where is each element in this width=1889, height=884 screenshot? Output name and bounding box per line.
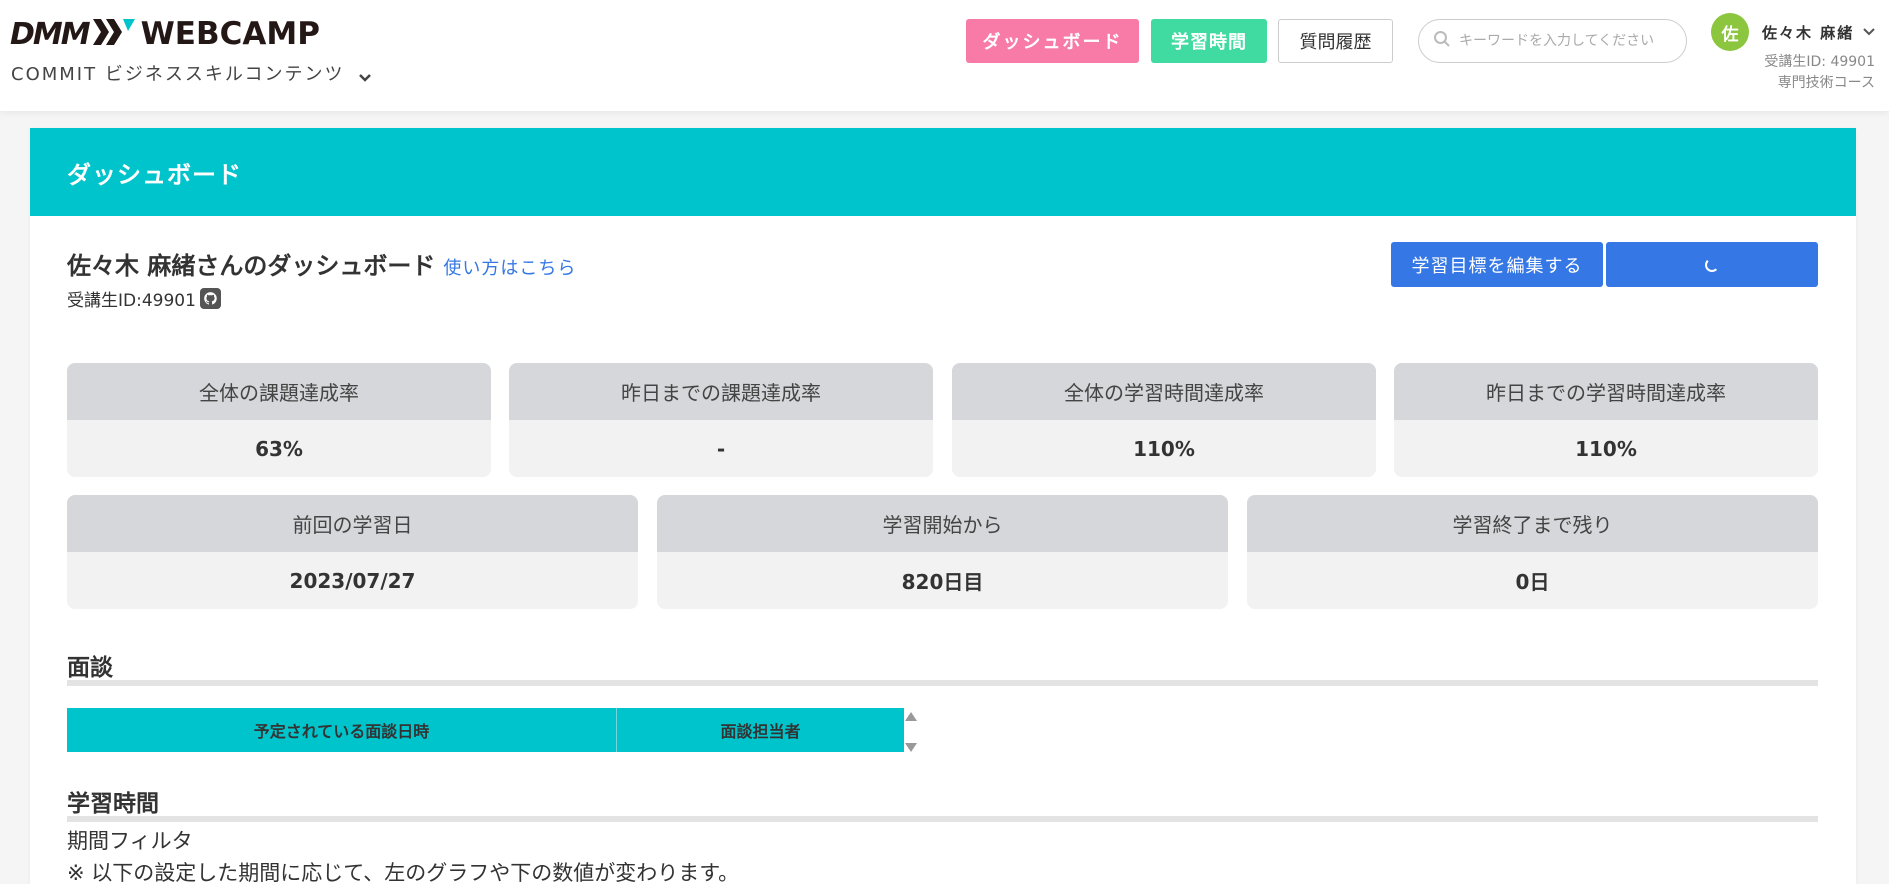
- study-time-section-title: 学習時間: [67, 791, 159, 817]
- dmm-webcamp-logo[interactable]: DMM WEBCAMP: [10, 14, 320, 54]
- stat-label: 昨日までの学習時間達成率: [1394, 363, 1818, 420]
- loading-spinner-icon: [1705, 257, 1719, 272]
- card-heading: ダッシュボード: [30, 128, 1856, 216]
- stat-card: 学習開始から 820日目: [657, 495, 1228, 609]
- stat-card: 学習終了まで残り 0日: [1247, 495, 1818, 609]
- user-meta: 受講生ID: 49901 専門技術コース: [1764, 52, 1875, 94]
- stat-value: 0日: [1515, 570, 1550, 594]
- stat-label: 学習開始から: [657, 495, 1228, 552]
- chevron-down-icon: [358, 67, 372, 82]
- user-name: 佐々木 麻緒: [1762, 23, 1855, 42]
- stat-card: 昨日までの課題達成率 -: [509, 363, 933, 477]
- stat-value: 63%: [255, 436, 303, 461]
- user-avatar[interactable]: 佐: [1711, 13, 1749, 51]
- stat-value: 110%: [1575, 436, 1637, 461]
- stat-value: 2023/07/27: [289, 568, 416, 593]
- webcamp-logo-icon: [92, 19, 135, 49]
- question-history-button[interactable]: 質問履歴: [1278, 19, 1393, 63]
- dashboard-card: ダッシュボード 佐々木 麻緒さんのダッシュボード 使い方はこちら 受講生ID:4…: [30, 128, 1856, 884]
- student-id-text: 受講生ID:49901: [67, 291, 196, 311]
- sort-down-icon[interactable]: [905, 743, 917, 752]
- period-filter-note: ※ 以下の設定した期間に応じて、左のグラフや下の数値が変わります。: [67, 861, 740, 884]
- user-course: 専門技術コース: [1777, 75, 1875, 91]
- interview-section-title: 面談: [67, 655, 113, 681]
- loading-button[interactable]: [1606, 242, 1818, 287]
- search-box[interactable]: [1418, 19, 1687, 63]
- stat-value: 110%: [1133, 436, 1195, 461]
- stat-label: 昨日までの課題達成率: [509, 363, 933, 420]
- section-divider: [67, 680, 1818, 686]
- search-input[interactable]: [1459, 33, 1679, 49]
- stat-label: 全体の学習時間達成率: [952, 363, 1376, 420]
- column-header-interview-datetime[interactable]: 予定されている面談日時: [67, 708, 617, 752]
- top-header: DMM WEBCAMP COMMIT ビジネススキルコンテンツ ダッシュボード …: [0, 0, 1889, 111]
- sort-up-icon[interactable]: [905, 712, 917, 721]
- logo-dmm-text: DMM: [10, 16, 91, 52]
- stat-label: 学習終了まで残り: [1247, 495, 1818, 552]
- period-filter-label: 期間フィルタ: [67, 829, 193, 853]
- column-header-interviewer[interactable]: 面談担当者: [617, 708, 904, 752]
- study-time-button[interactable]: 学習時間: [1151, 19, 1267, 63]
- stat-value: 820日目: [901, 570, 984, 594]
- github-icon[interactable]: [199, 288, 221, 309]
- section-divider: [67, 816, 1818, 822]
- student-id-row: 受講生ID:49901: [67, 286, 221, 311]
- course-select-label: COMMIT ビジネススキルコンテンツ: [11, 64, 345, 85]
- sort-control[interactable]: [904, 712, 918, 752]
- chevron-down-icon: [1862, 23, 1876, 41]
- howto-link[interactable]: 使い方はこちら: [443, 254, 576, 280]
- stat-label: 前回の学習日: [67, 495, 638, 552]
- logo-webcamp-text: WEBCAMP: [140, 16, 320, 52]
- search-icon: [1433, 30, 1451, 52]
- user-student-id: 受講生ID: 49901: [1764, 54, 1875, 70]
- interview-table-header: 予定されている面談日時 面談担当者: [67, 708, 904, 752]
- edit-goal-button[interactable]: 学習目標を編集する: [1391, 242, 1603, 287]
- dashboard-button[interactable]: ダッシュボード: [966, 19, 1139, 63]
- stat-card: 全体の学習時間達成率 110%: [952, 363, 1376, 477]
- stat-card: 全体の課題達成率 63%: [67, 363, 491, 477]
- stat-label: 全体の課題達成率: [67, 363, 491, 420]
- course-select[interactable]: COMMIT ビジネススキルコンテンツ: [11, 60, 372, 86]
- user-menu[interactable]: 佐々木 麻緒: [1762, 20, 1876, 44]
- stat-value: -: [716, 436, 726, 461]
- stat-card: 昨日までの学習時間達成率 110%: [1394, 363, 1818, 477]
- dashboard-title: 佐々木 麻緒さんのダッシュボード 使い方はこちら: [67, 246, 576, 281]
- stat-card: 前回の学習日 2023/07/27: [67, 495, 638, 609]
- dashboard-title-text: 佐々木 麻緒さんのダッシュボード: [67, 252, 436, 280]
